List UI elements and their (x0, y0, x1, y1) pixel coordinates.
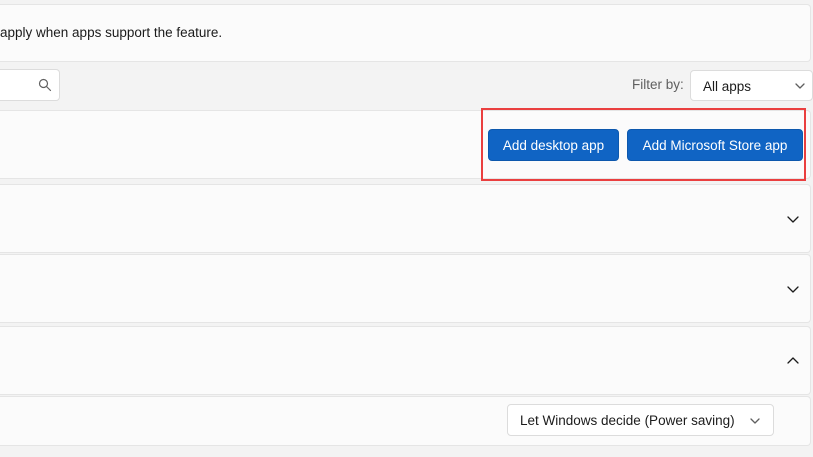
gpu-preference-dropdown[interactable]: Let Windows decide (Power saving) (507, 404, 774, 436)
app-row[interactable] (0, 254, 811, 323)
search-input[interactable] (0, 69, 60, 101)
chevron-down-icon (795, 83, 805, 89)
chevron-down-icon (750, 418, 760, 424)
chevron-up-icon[interactable] (786, 356, 800, 366)
add-microsoft-store-app-button[interactable]: Add Microsoft Store app (627, 129, 803, 161)
chevron-down-icon[interactable] (786, 214, 800, 224)
add-desktop-app-button[interactable]: Add desktop app (488, 129, 619, 161)
info-card: apply when apps support the feature. (0, 4, 811, 62)
app-row-expanded[interactable] (0, 326, 811, 395)
gpu-preference-value: Let Windows decide (Power saving) (520, 413, 735, 428)
app-row[interactable] (0, 184, 811, 253)
filter-label: Filter by: (632, 77, 684, 92)
chevron-down-icon[interactable] (786, 284, 800, 294)
search-icon (38, 78, 52, 92)
filter-dropdown[interactable]: All apps (690, 70, 813, 101)
info-text: apply when apps support the feature. (0, 25, 223, 40)
filter-value: All apps (703, 79, 752, 94)
